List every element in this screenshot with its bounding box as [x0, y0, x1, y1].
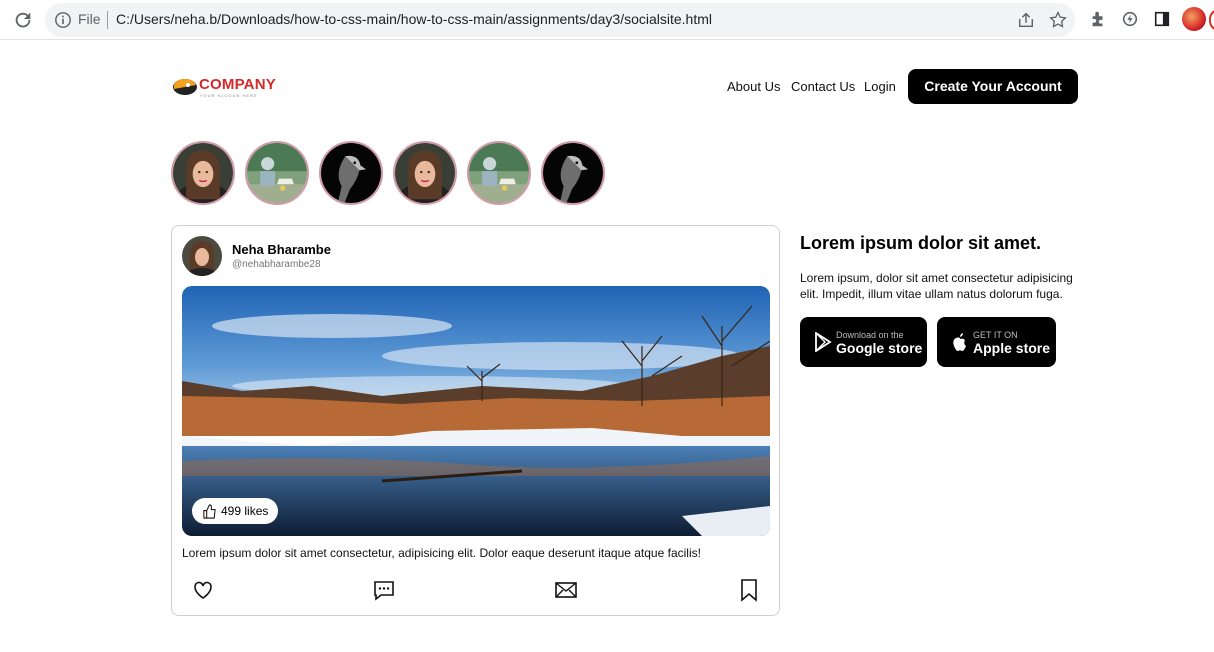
- nav-about-us[interactable]: About Us: [727, 79, 780, 94]
- story-avatar[interactable]: [319, 141, 383, 205]
- profile-avatar[interactable]: [1182, 7, 1206, 31]
- save-button[interactable]: [737, 578, 761, 602]
- file-label: File: [78, 11, 101, 27]
- likes-badge[interactable]: 499 likes: [192, 498, 279, 524]
- apple-store-label: Apple store: [973, 340, 1051, 356]
- profile-menu-edge[interactable]: [1209, 9, 1214, 31]
- extensions-icon[interactable]: [1089, 10, 1107, 28]
- performance-icon[interactable]: [1121, 10, 1139, 28]
- comment-icon: [374, 581, 394, 601]
- story-avatar[interactable]: [245, 141, 309, 205]
- google-store-small: Download on the: [836, 330, 904, 340]
- share-button[interactable]: [554, 578, 578, 602]
- post-caption: Lorem ipsum dolor sit amet consectetur, …: [182, 546, 701, 560]
- author-handle: @nehabharambe28: [232, 259, 321, 270]
- story-avatar[interactable]: [393, 141, 457, 205]
- google-store-button[interactable]: Download on the Google store: [800, 317, 927, 367]
- side-panel-icon[interactable]: [1153, 10, 1171, 28]
- nav-contact-us[interactable]: Contact Us: [791, 79, 855, 94]
- post-image[interactable]: 499 likes: [182, 286, 770, 536]
- likes-count: 499 likes: [221, 504, 269, 518]
- promo-text: Lorem ipsum, dolor sit amet consectetur …: [800, 271, 1073, 301]
- company-logo[interactable]: COMPANY YOUR SLOGAN HERE: [172, 76, 282, 100]
- mail-icon: [555, 582, 577, 598]
- author-avatar[interactable]: [182, 236, 222, 276]
- play-store-icon: [815, 332, 832, 352]
- author-name[interactable]: Neha Bharambe: [232, 242, 331, 257]
- address-bar[interactable]: File C:/Users/neha.b/Downloads/how-to-cs…: [45, 3, 1075, 37]
- apple-store-small: GET IT ON: [973, 330, 1018, 340]
- info-icon[interactable]: [54, 11, 72, 29]
- promo-title: Lorem ipsum dolor sit amet.: [800, 233, 1042, 253]
- reload-icon[interactable]: [12, 9, 34, 31]
- browser-toolbar: File C:/Users/neha.b/Downloads/how-to-cs…: [0, 0, 1214, 40]
- bookmark-icon: [741, 579, 757, 602]
- logo-mark-icon: [173, 78, 197, 95]
- thumbs-up-icon: [203, 503, 216, 519]
- url-text[interactable]: C:/Users/neha.b/Downloads/how-to-css-mai…: [116, 11, 712, 27]
- bookmark-star-icon[interactable]: [1048, 10, 1068, 30]
- comment-button[interactable]: [372, 578, 396, 602]
- logo-tagline: YOUR SLOGAN HERE: [200, 93, 258, 98]
- like-button[interactable]: [191, 578, 215, 602]
- logo-text: COMPANY: [199, 76, 276, 93]
- post-card: Neha Bharambe @nehabharambe28 499 likes …: [171, 225, 780, 616]
- apple-store-button[interactable]: GET IT ON Apple store: [937, 317, 1056, 367]
- apple-icon: [953, 333, 966, 351]
- divider: [107, 11, 108, 29]
- story-avatar[interactable]: [467, 141, 531, 205]
- google-store-label: Google store: [836, 340, 923, 356]
- heart-icon: [194, 581, 212, 599]
- nav-login[interactable]: Login: [864, 79, 896, 94]
- story-avatar[interactable]: [171, 141, 235, 205]
- create-account-button[interactable]: Create Your Account: [908, 69, 1078, 104]
- share-icon[interactable]: [1017, 11, 1035, 29]
- story-avatar[interactable]: [541, 141, 605, 205]
